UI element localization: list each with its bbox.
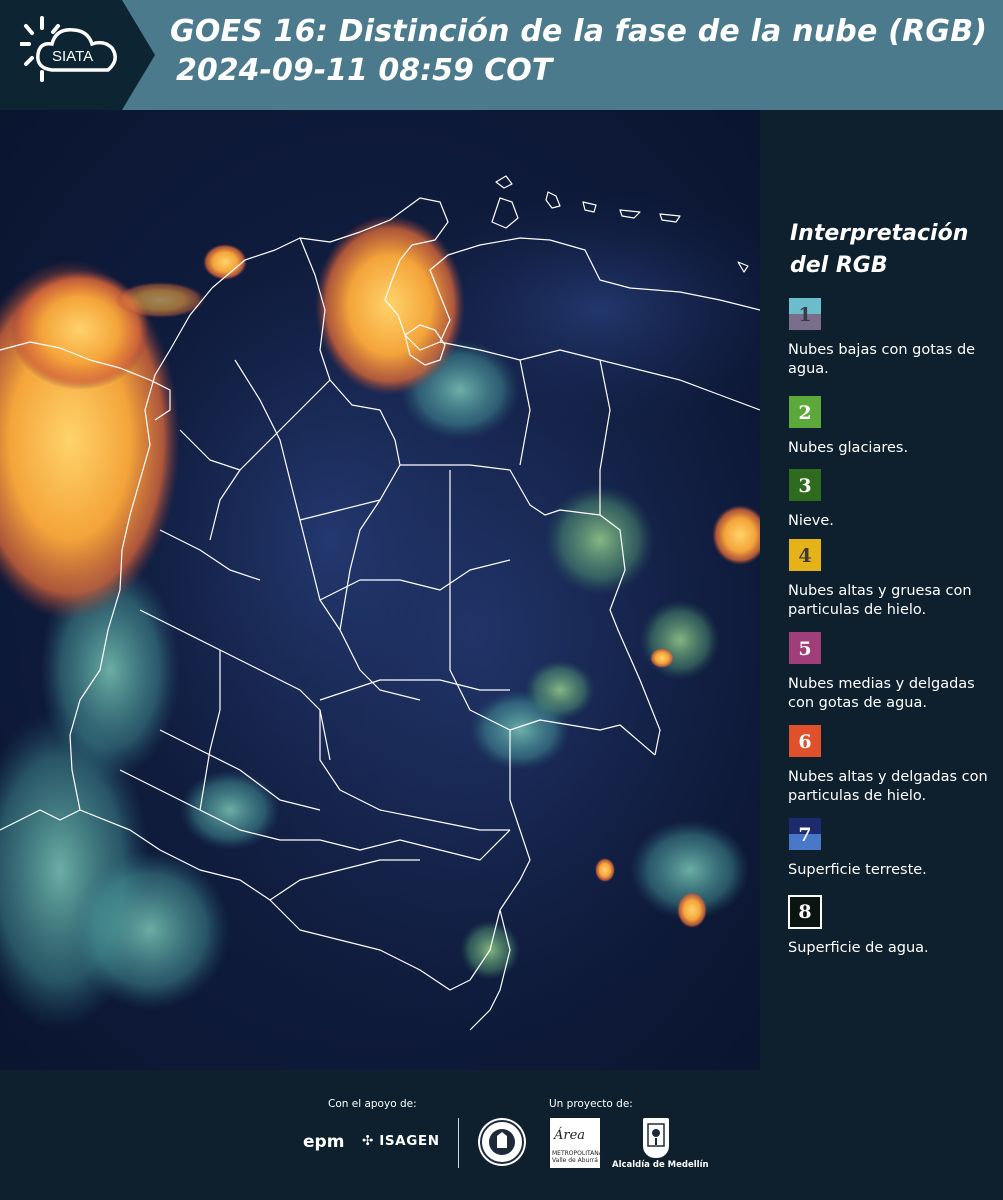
footer: Con el apoyo de: Un proyecto de: epm ✣ I… [0,1070,1003,1200]
support-label: Con el apoyo de: [328,1098,417,1110]
page-title: GOES 16: Distinción de la fase de la nub… [170,14,988,49]
legend-swatch-1: 1 [788,297,822,331]
legend-item-8: 8 Superficie de agua. [788,895,988,958]
legend-swatch-8: 8 [788,895,822,929]
header: SIATA GOES 16: Distinción de la fase de … [0,0,1003,110]
project-label: Un proyecto de: [549,1098,633,1110]
legend-item-1: 1 Nubes bajas con gotas de agua. [788,297,988,379]
legend-label-7: Superficie terreste. [788,862,927,878]
legend-label-1: Nubes bajas con gotas de agua. [788,342,976,377]
timestamp: 2024-09-11 08:59 COT [176,53,553,88]
sun-cloud-icon: SIATA [20,16,117,82]
legend-title: Interpretación del RGB [790,221,969,278]
legend-item-5: 5 Nubes medias y delgadas con gotas de a… [788,631,988,713]
legend-item-7: 7 Superficie terreste. [788,817,988,880]
legend-item-4: 4 Nubes altas y gruesa con particulas de… [788,538,988,620]
legend-label-8: Superficie de agua. [788,940,929,956]
alcaldia-label: Alcaldía de Medellín [612,1160,709,1170]
siata-logo: SIATA [0,0,155,110]
alcaldia-shield-icon [643,1118,669,1158]
university-seal-icon [478,1118,526,1166]
legend-label-5: Nubes medias y delgadas con gotas de agu… [788,676,975,711]
legend-swatch-5: 5 [788,631,822,665]
legend-swatch-4: 4 [788,538,822,572]
legend-swatch-7: 7 [788,817,822,851]
legend-item-2: 2 Nubes glaciares. [788,395,988,458]
legend-item-6: 6 Nubes altas y delgadas con particulas … [788,724,988,806]
satellite-map [0,110,760,1070]
satellite-image [0,110,760,1070]
legend-swatch-2: 2 [788,395,822,429]
legend-label-4: Nubes altas y gruesa con particulas de h… [788,583,972,618]
legend-swatch-3: 3 [788,468,822,502]
legend-item-3: 3 Nieve. [788,468,988,531]
legend-label-6: Nubes altas y delgadas con particulas de… [788,769,988,804]
isagen-logo: ✣ ISAGEN [362,1133,440,1149]
legend-label-3: Nieve. [788,513,834,529]
legend-label-2: Nubes glaciares. [788,440,909,456]
footer-divider [458,1118,459,1168]
legend-swatch-6: 6 [788,724,822,758]
area-metropolitana-logo: Área METROPOLITANA Valle de Aburrá [550,1118,603,1168]
epm-logo: epm [303,1132,345,1152]
logo-text: SIATA [52,48,93,65]
legend-panel: Interpretación del RGB 1 Nubes bajas con… [760,110,1003,1070]
